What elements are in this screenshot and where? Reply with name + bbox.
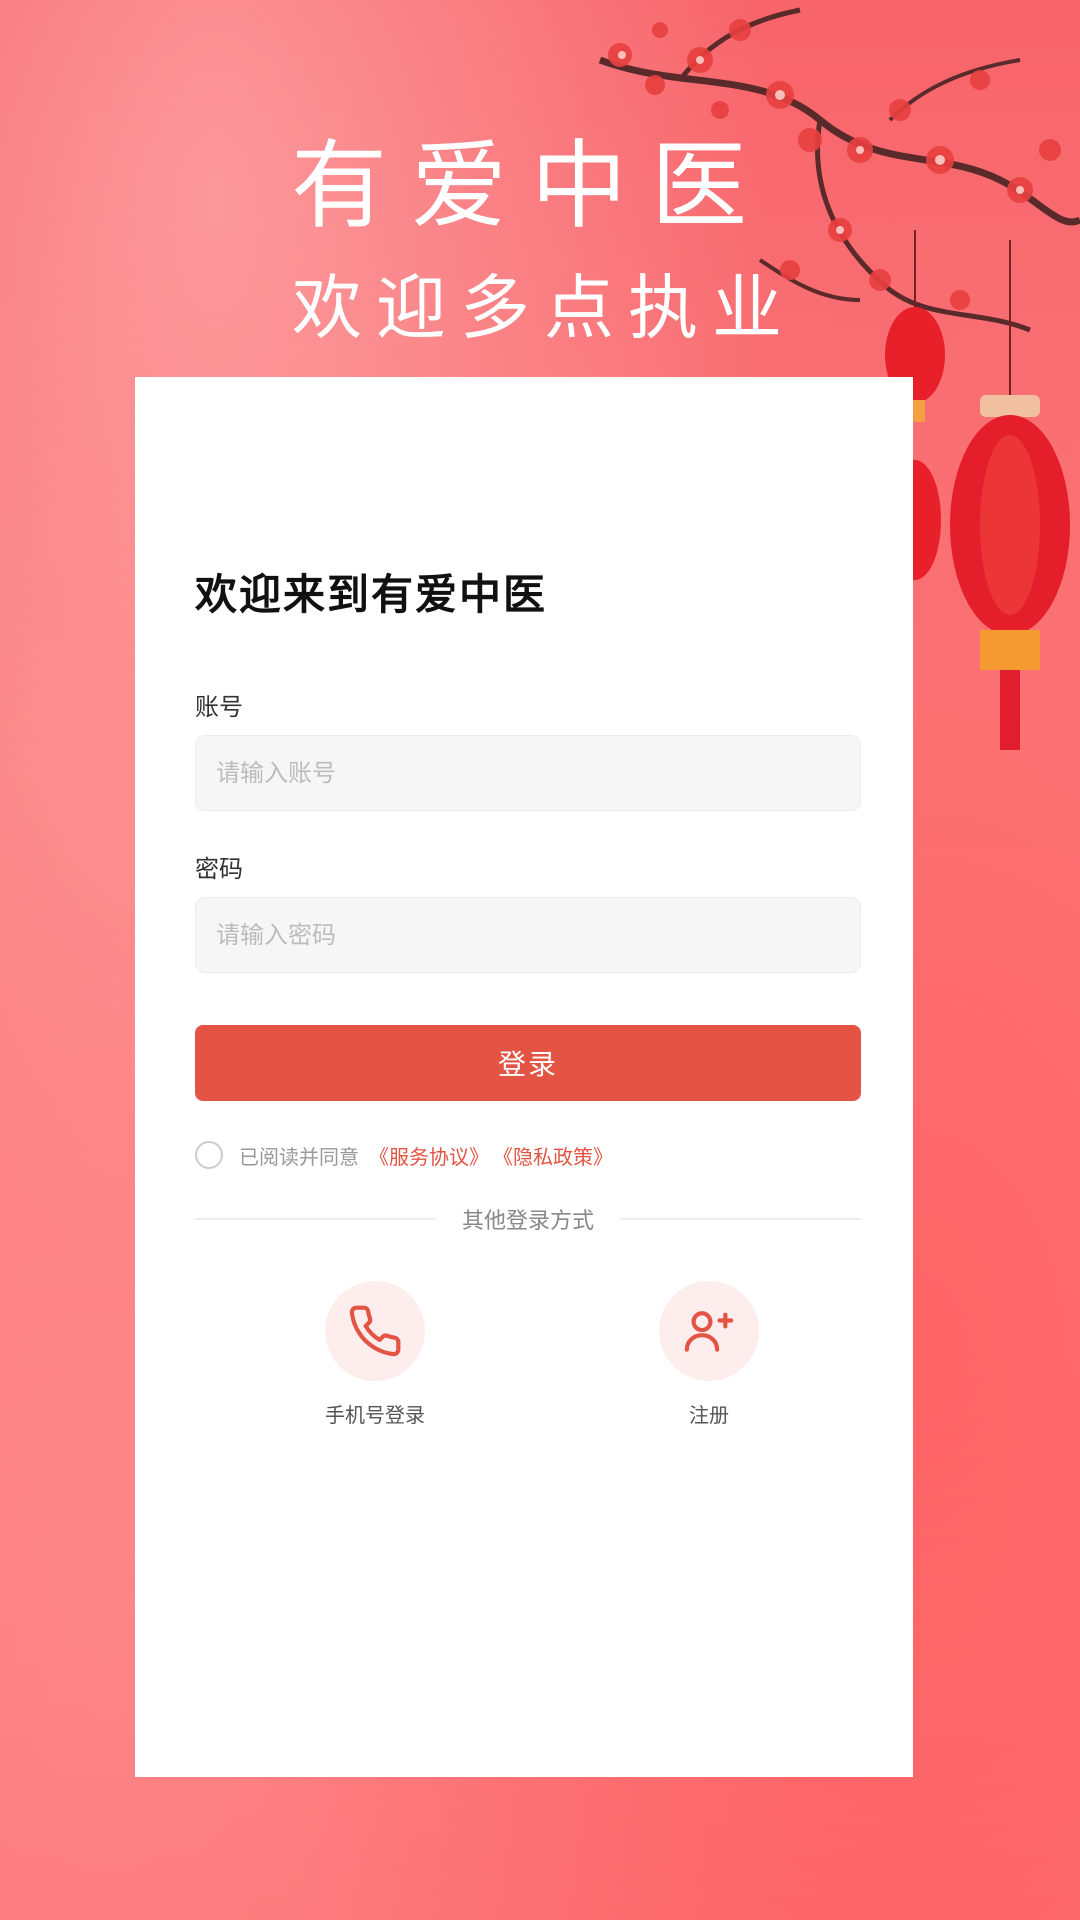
add-user-icon: [684, 1311, 734, 1352]
agreement-text: 已阅读并同意: [239, 1144, 359, 1169]
phone-login-button[interactable]: 手机号登录: [285, 1281, 465, 1428]
divider-line-right: [620, 1218, 862, 1220]
account-input[interactable]: [195, 735, 861, 811]
add-user-icon-circle: [659, 1281, 759, 1381]
register-button[interactable]: 注册: [619, 1281, 799, 1428]
hero-title: 有爱中医: [291, 130, 771, 242]
hero-subtitle: 欢迎多点执业: [292, 267, 796, 349]
login-card: 欢迎来到有爱中医 账号 密码 登录 已阅读并同意 《服务协议》 《隐私政策》 其…: [135, 377, 913, 1777]
privacy-policy-link[interactable]: 《隐私政策》: [493, 1141, 613, 1170]
register-label: 注册: [689, 1403, 729, 1427]
login-button[interactable]: 登录: [195, 1025, 861, 1101]
phone-login-label: 手机号登录: [325, 1403, 425, 1427]
divider-line-left: [195, 1218, 436, 1220]
account-label: 账号: [195, 693, 243, 721]
phone-icon: [349, 1305, 401, 1357]
other-login-label: 其他登录方式: [462, 1209, 595, 1234]
service-agreement-link[interactable]: 《服务协议》: [369, 1141, 489, 1170]
phone-icon-circle: [325, 1281, 425, 1381]
agreement-row: 已阅读并同意 《服务协议》 《隐私政策》: [195, 1139, 613, 1171]
other-login-divider: 其他登录方式: [195, 1203, 862, 1235]
agreement-checkbox[interactable]: [195, 1141, 223, 1169]
welcome-title: 欢迎来到有爱中医: [195, 570, 548, 619]
password-input[interactable]: [195, 897, 861, 973]
password-label: 密码: [195, 855, 243, 883]
